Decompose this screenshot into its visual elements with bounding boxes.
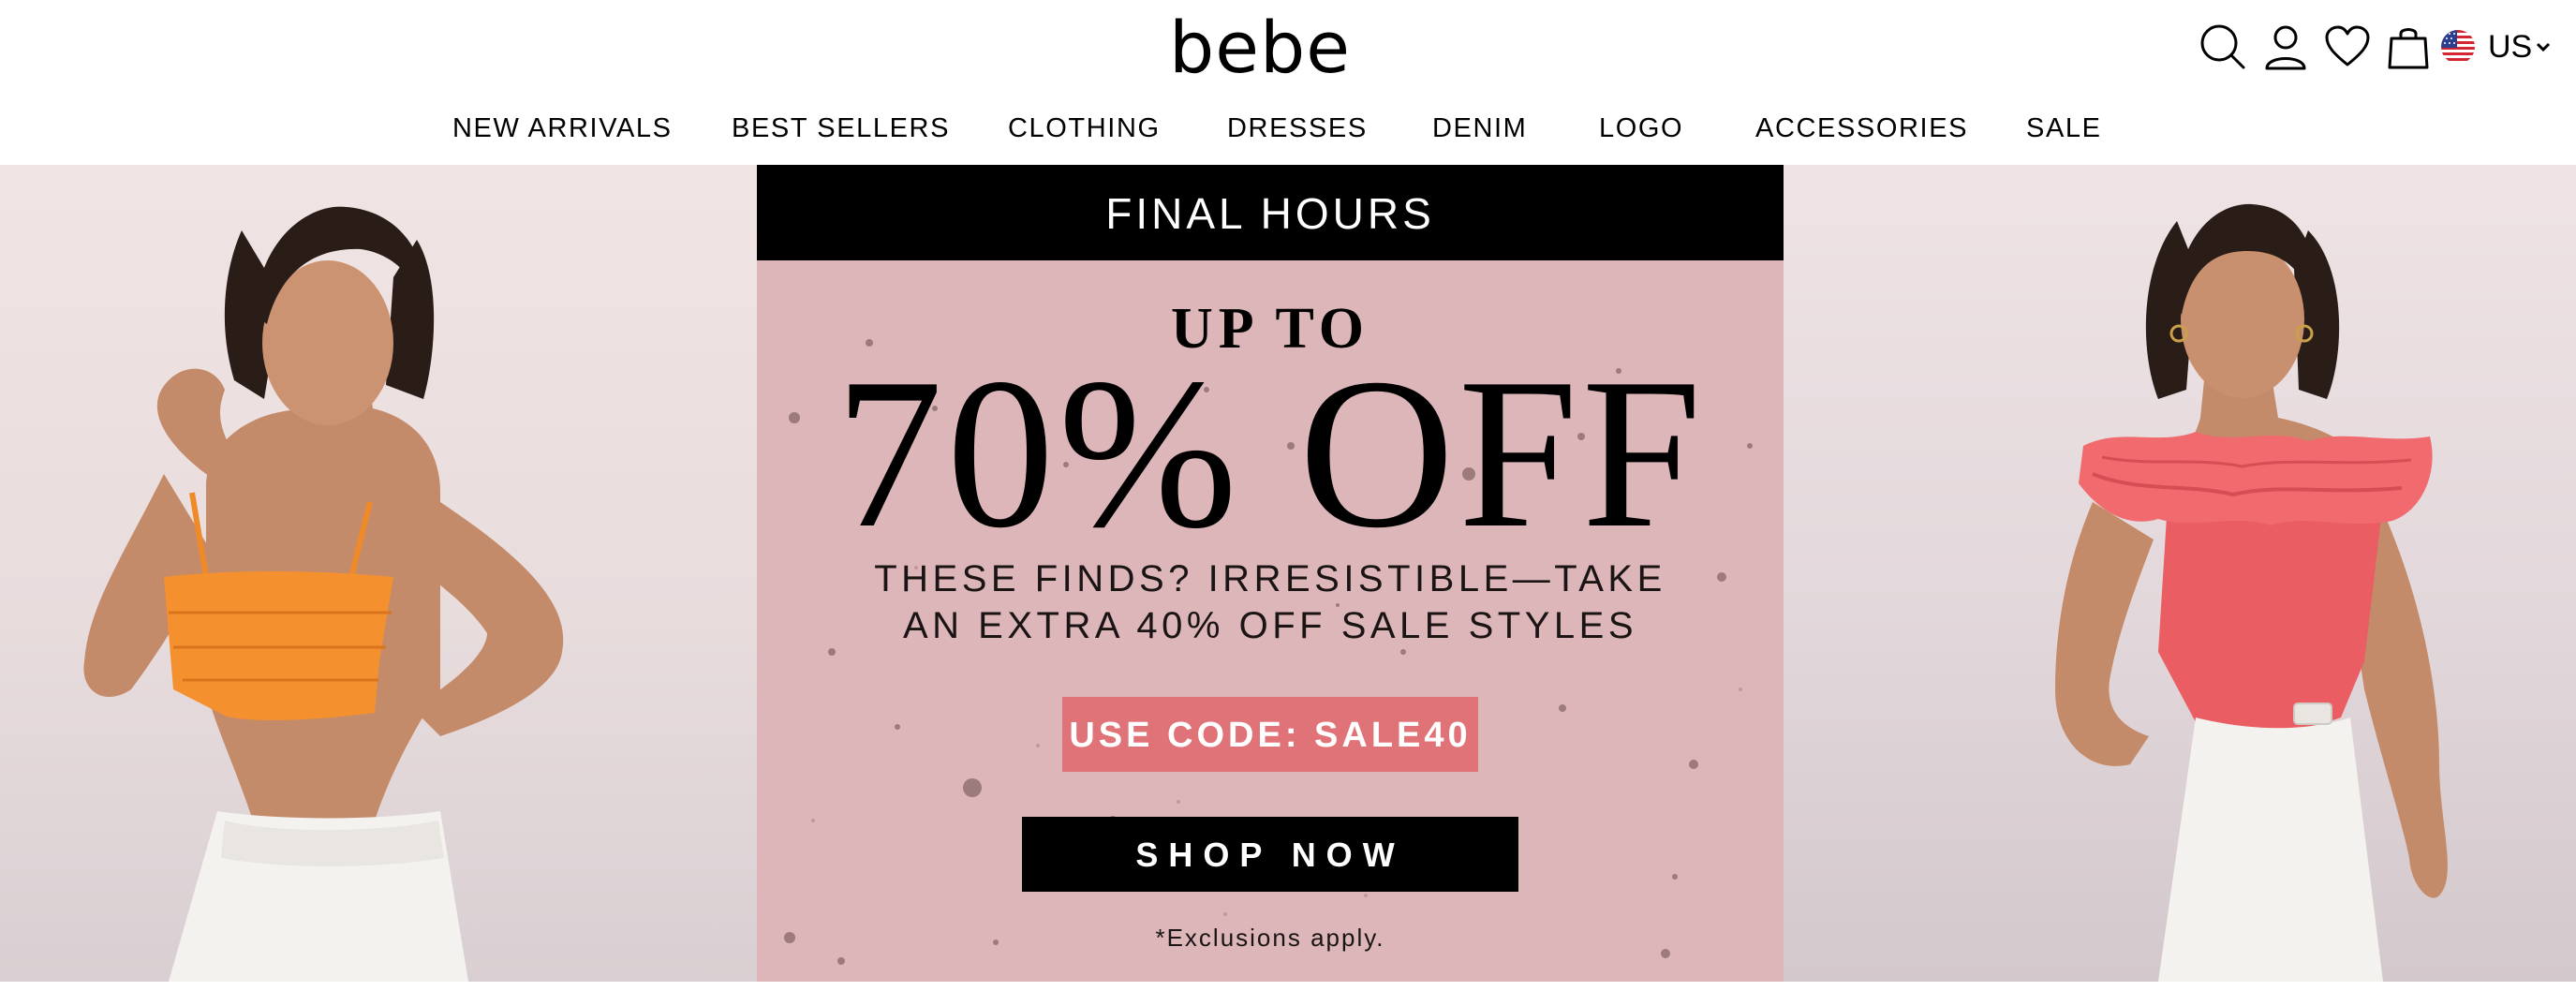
promo-subtext-line2: AN EXTRA 40% OFF SALE STYLES <box>902 605 1637 646</box>
nav-clothing[interactable]: CLOTHING <box>1008 105 1161 152</box>
nav-accessories[interactable]: ACCESSORIES <box>1755 105 1968 152</box>
nav-best-sellers[interactable]: BEST SELLERS <box>732 105 950 152</box>
brand-logo[interactable]: bebe <box>1145 6 1375 90</box>
search-icon[interactable] <box>2195 21 2251 73</box>
promo-code-badge: USE CODE: SALE40 <box>1062 697 1478 772</box>
model-photo-left[interactable] <box>0 165 757 982</box>
bag-icon[interactable] <box>2382 21 2435 73</box>
nav-sale[interactable]: SALE <box>2026 105 2102 152</box>
nav-dresses[interactable]: DRESSES <box>1227 105 1368 152</box>
nav-logo[interactable]: LOGO <box>1599 105 1683 152</box>
heart-icon[interactable] <box>2321 21 2374 73</box>
account-icon[interactable] <box>2259 21 2312 73</box>
shop-now-button[interactable]: SHOP NOW <box>1022 817 1518 892</box>
promo-subtext-line1: THESE FINDS? IRRESISTIBLE—TAKE <box>874 558 1666 599</box>
site-header: bebe US NEW ARRIVALS BEST SELLERS CLOTHI… <box>0 0 2576 165</box>
chevron-down-icon <box>2537 42 2551 52</box>
main-navigation: NEW ARRIVALS BEST SELLERS CLOTHING DRESS… <box>0 105 2576 152</box>
hero-banner[interactable]: FINAL HOURS UP TO 70% OFF THESE FINDS? I… <box>0 165 2576 982</box>
nav-new-arrivals[interactable]: NEW ARRIVALS <box>452 105 673 152</box>
nav-denim[interactable]: DENIM <box>1432 105 1527 152</box>
promo-headline: 70% OFF <box>835 333 1706 572</box>
region-selector[interactable]: US <box>2488 26 2551 67</box>
final-hours-bar: FINAL HOURS <box>757 165 1784 260</box>
promo-card[interactable]: FINAL HOURS UP TO 70% OFF THESE FINDS? I… <box>757 165 1784 982</box>
exclusions-disclaimer: *Exclusions apply. <box>1155 924 1385 952</box>
region-label: US <box>2488 29 2533 65</box>
model-photo-right[interactable] <box>1784 165 2576 982</box>
us-flag-icon[interactable] <box>2441 30 2475 64</box>
